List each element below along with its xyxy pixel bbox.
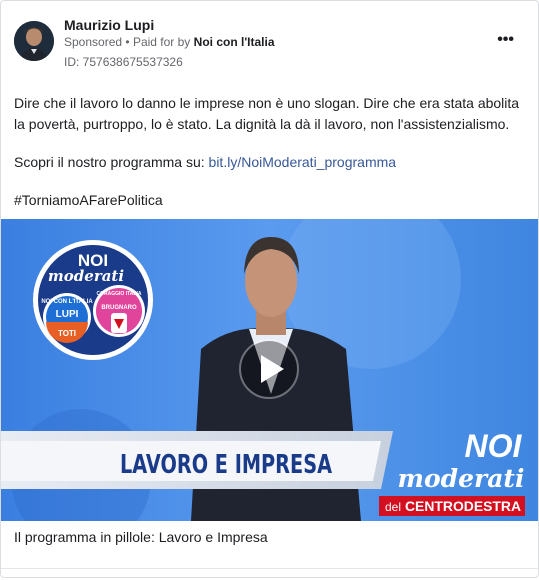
topic-banner: LAVORO E IMPRESA [1,431,393,489]
noi-moderati-logo: NOI moderati NOI CON L'ITALIA LUPI TOTI … [33,240,153,360]
logo-moderati-text: moderati [48,267,124,285]
more-options-icon[interactable]: ••• [497,31,514,49]
brand-del-text: del [385,500,401,514]
video-caption[interactable]: Il programma in pillole: Lavoro e Impres… [14,529,268,545]
post-body: Dire che il lavoro lo danno le imprese n… [14,93,524,211]
play-button[interactable] [239,339,299,399]
post-hashtag[interactable]: #TorniamoAFarePolitica [14,190,524,211]
paid-by-name[interactable]: Noi con l'Italia [194,35,275,49]
brand-noi-text: NOI [465,428,523,464]
brand-moderati-text: moderati [398,464,525,493]
author-name[interactable]: Maurizio Lupi [64,17,154,33]
sponsored-label: Sponsored [64,35,123,49]
post-text: Dire che il lavoro lo danno le imprese n… [14,95,520,132]
sponsored-meta: Sponsored • Paid for by Noi con l'Italia [64,35,275,49]
divider [1,568,538,569]
logo-brugnaro-text: BRUGNARO [101,305,137,311]
logo-noi-italia-text: NOI CON L'ITALIA [41,299,93,305]
logo-lupi-text: LUPI [56,309,79,320]
logo-toti-text: TOTI [58,329,76,338]
video-frame: NOI moderati NOI CON L'ITALIA LUPI TOTI … [1,219,538,521]
post-cta: Scopri il nostro programma su: bit.ly/No… [14,152,524,173]
logo-coraggio-text: CORAGGIO ITALIA [97,291,142,297]
ad-id: ID: 757638675537326 [64,55,183,69]
banner-text: LAVORO E IMPRESA [120,450,332,480]
ad-card: Maurizio Lupi Sponsored • Paid for by No… [0,0,539,578]
author-avatar[interactable] [14,21,54,61]
video-player[interactable]: NOI moderati NOI CON L'ITALIA LUPI TOTI … [1,219,538,521]
cta-prefix: Scopri il nostro programma su: [14,154,209,170]
meta-separator: • [125,35,130,49]
cta-link[interactable]: bit.ly/NoiModerati_programma [209,154,397,170]
post-header: Maurizio Lupi Sponsored • Paid for by No… [14,15,526,71]
brand-centrodestra-text: CENTRODESTRA [405,498,521,514]
paid-by-prefix: Paid for by [132,35,191,49]
